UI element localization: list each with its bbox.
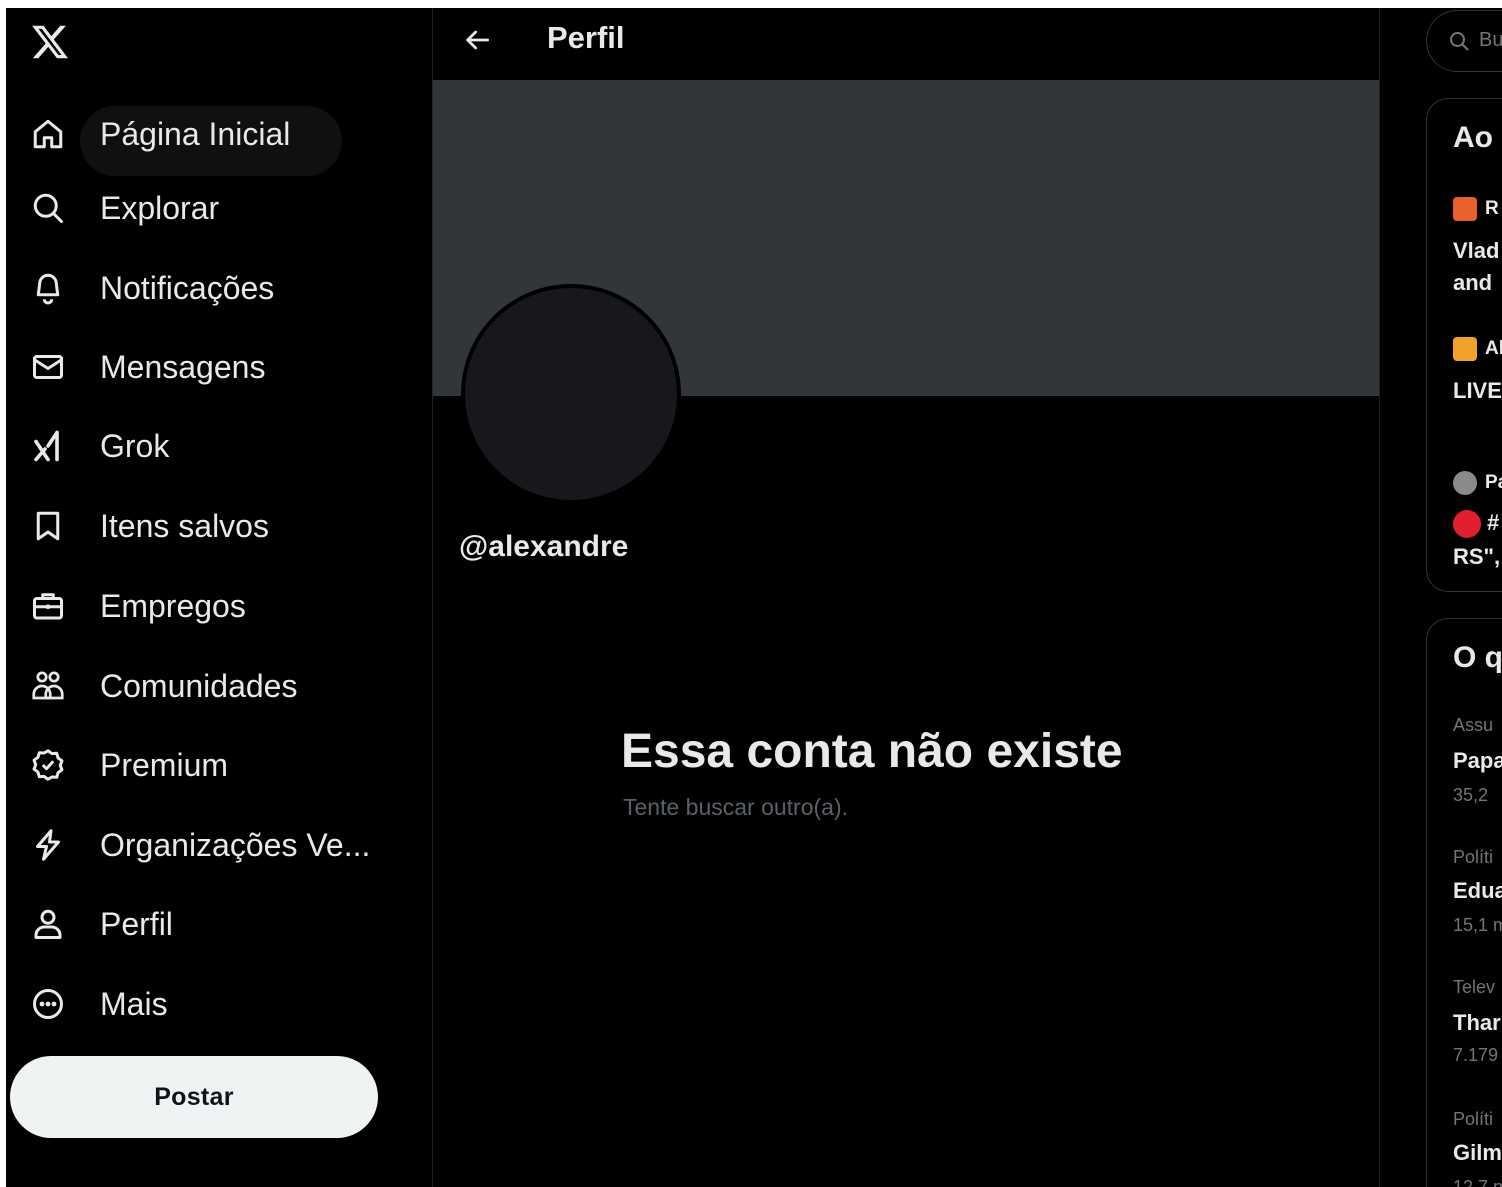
trend-category: Políti (1453, 1109, 1494, 1129)
sidebar-item-home[interactable]: Página Inicial (20, 100, 420, 176)
sidebar-item-messages[interactable]: Mensagens (20, 333, 420, 401)
sidebar-item-label: Empregos (100, 587, 246, 624)
source-avatar (1453, 197, 1477, 221)
source-avatar (1453, 471, 1477, 495)
envelope-icon (20, 347, 76, 387)
news-headline-line[interactable]: Vlad (1453, 235, 1499, 267)
search-icon (1447, 29, 1471, 53)
briefcase-icon (20, 586, 76, 626)
news-source[interactable]: R (1453, 197, 1499, 221)
sidebar-item-premium[interactable]: Premium (20, 731, 420, 799)
sidebar-item-label: Comunidades (100, 667, 298, 704)
sidebar-item-grok[interactable]: Grok (20, 412, 420, 480)
trend-name[interactable]: Gilm (1453, 1137, 1502, 1169)
post-button[interactable]: Postar (10, 1056, 378, 1138)
grok-icon (20, 426, 76, 466)
sidebar-item-profile[interactable]: Perfil (20, 890, 420, 958)
trend-count: 15,1 m (1453, 915, 1502, 935)
sidebar-item-explore[interactable]: Explorar (20, 174, 420, 242)
sidebar-item-label: Explorar (100, 189, 220, 226)
red-circle-icon (1453, 510, 1481, 539)
page-title: Perfil (547, 20, 625, 55)
sidebar-item-verified-orgs[interactable]: Organizações Ve... (20, 811, 420, 879)
news-source[interactable]: Al (1453, 337, 1502, 361)
sidebar-item-communities[interactable]: Comunidades (20, 652, 420, 720)
search-input[interactable]: Bu (1426, 10, 1502, 72)
trend-name[interactable]: Papa (1453, 745, 1502, 777)
news-headline-line[interactable]: LIVE (1453, 375, 1502, 407)
profile-header: Perfil (433, 8, 1379, 80)
app-window: Página Inicial Explorar Notificações Men… (6, 8, 1502, 1187)
empty-state-title: Essa conta não existe (621, 725, 1123, 778)
right-sidebar: Bu Ao R Vlad and Al LIVE Pa # RS", O q (1380, 8, 1502, 1187)
verified-badge-icon (20, 745, 76, 785)
sidebar-item-label: Grok (100, 427, 170, 464)
sidebar-item-jobs[interactable]: Empregos (20, 572, 420, 640)
trend-count: 35,2 (1453, 785, 1489, 805)
trend-category: Telev (1453, 977, 1496, 997)
sidebar: Página Inicial Explorar Notificações Men… (6, 8, 432, 1187)
sidebar-item-label: Perfil (100, 905, 173, 942)
source-avatar (1453, 337, 1477, 361)
bell-icon (20, 268, 76, 308)
x-logo-icon[interactable] (28, 22, 72, 62)
news-headline-line[interactable]: RS", (1453, 541, 1500, 573)
card-title: Ao (1453, 121, 1493, 154)
more-circle-icon (20, 984, 76, 1024)
sidebar-item-notifications[interactable]: Notificações (20, 254, 420, 322)
news-source[interactable]: Pa (1453, 471, 1502, 495)
home-icon (20, 114, 76, 154)
trend-category: Assu (1453, 715, 1494, 735)
sidebar-item-label: Notificações (100, 269, 275, 306)
sidebar-item-label: Mensagens (100, 348, 266, 385)
main-column: Perfil @alexandre Essa conta não existe … (432, 8, 1380, 1187)
trend-count: 12,7 n (1453, 1177, 1502, 1187)
bookmark-icon (20, 506, 76, 546)
sidebar-item-label: Mais (100, 985, 168, 1022)
search-icon (20, 188, 76, 228)
user-icon (20, 904, 76, 944)
sidebar-item-label: Organizações Ve... (100, 826, 371, 863)
sidebar-item-label: Itens salvos (100, 507, 269, 544)
sidebar-item-bookmarks[interactable]: Itens salvos (20, 492, 420, 560)
profile-handle: @alexandre (459, 530, 629, 563)
news-headline-line[interactable]: # (1453, 507, 1499, 539)
avatar (461, 284, 681, 504)
empty-state-subtitle: Tente buscar outro(a). (623, 794, 849, 820)
trends-card: O q Assu Papa 35,2 Políti Edua 15,1 m Te… (1426, 618, 1502, 1187)
sidebar-item-label: Premium (100, 746, 229, 783)
search-placeholder: Bu (1479, 29, 1502, 51)
card-title: O q (1453, 641, 1502, 674)
sidebar-item-label: Página Inicial (100, 115, 291, 152)
live-news-card: Ao R Vlad and Al LIVE Pa # RS", (1426, 98, 1502, 592)
news-headline-line[interactable]: and (1453, 267, 1492, 299)
trend-name[interactable]: Thar (1453, 1007, 1501, 1039)
trend-category: Políti (1453, 847, 1494, 867)
sidebar-item-more[interactable]: Mais (20, 970, 420, 1038)
lightning-icon (20, 825, 76, 865)
back-arrow-icon[interactable] (461, 24, 493, 56)
trend-name[interactable]: Edua (1453, 875, 1502, 907)
people-icon (20, 666, 76, 706)
trend-count: 7.179 (1453, 1045, 1499, 1065)
